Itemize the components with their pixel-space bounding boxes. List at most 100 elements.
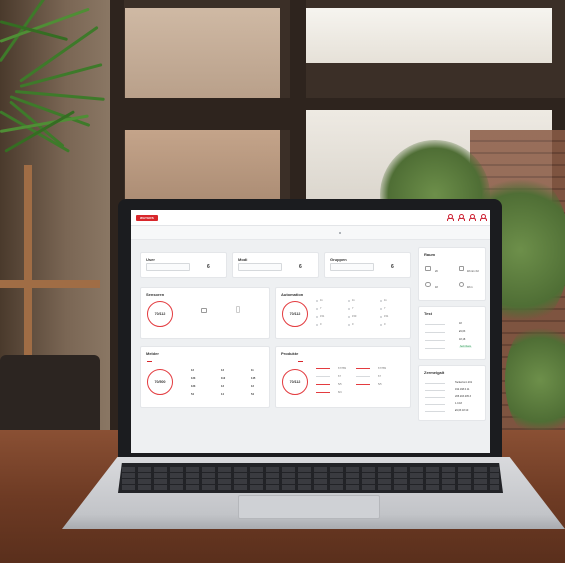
melder-stat: 13 (221, 369, 224, 372)
melder-tab-2[interactable] (163, 357, 168, 361)
brand-logo[interactable]: WAYERS (136, 215, 158, 221)
zertifikat-value: Tackertonn 201 (455, 381, 473, 384)
gruppen-mini-field (330, 263, 374, 271)
automation-stat: 7 (384, 307, 386, 310)
automation-stat: 11 (352, 299, 355, 302)
automation-stat: 150 (352, 315, 357, 318)
melder-stat: 145 (251, 377, 256, 380)
card-gruppen[interactable]: Gruppen 6 (324, 252, 411, 278)
produkte-tab-1[interactable] (282, 357, 287, 361)
gruppen-count: 6 (391, 264, 394, 270)
automation-stat: 7 (320, 307, 322, 310)
user-mini-field (146, 263, 190, 271)
window-pane (125, 130, 280, 210)
produkte-value: 5/5 (378, 383, 382, 386)
device-icon (425, 266, 431, 271)
settings-icon[interactable] (469, 214, 476, 221)
produkte-value: 67 (338, 375, 341, 378)
cloud-icon (425, 282, 431, 287)
device-icon (201, 308, 207, 313)
logout-icon[interactable] (480, 214, 487, 221)
gear-icon (459, 282, 464, 287)
zertifikat-value: £9,63 18:10 (455, 409, 469, 412)
card-automation[interactable]: Automation 70/112 11 11 11 7 7 7 151 150… (275, 287, 411, 339)
test-value: £9,63 (459, 330, 466, 333)
card-title: Zermeigalt (424, 370, 445, 375)
card-test[interactable]: Test 18 £9,63 18,18 Sehr Rank (418, 306, 486, 360)
keyboard-keys (122, 466, 499, 490)
zertifikat-value: 192.168.0.11 (455, 388, 470, 391)
window-pane (125, 8, 280, 98)
melder-stat: 123 (191, 377, 196, 380)
wood-shelf (0, 280, 100, 288)
melder-stat: 123 (191, 385, 196, 388)
card-title: Modi (238, 257, 248, 262)
raum-value-3: 18 (435, 286, 438, 289)
status-dot (339, 232, 341, 234)
melder-stat: 54 (251, 393, 254, 396)
sensoren-ring-value: 70/112 (154, 312, 166, 316)
produkte-value: 67 (378, 375, 381, 378)
produkte-value: 67/789 (338, 367, 346, 370)
laptop-screen: WAYERS User 6 Modi 6 Gruppen 6 Sensoren (131, 210, 490, 453)
melder-stat: 12 (191, 369, 194, 372)
card-raum[interactable]: Raum 20 18 mm 3:2 18 18 m (418, 247, 486, 301)
card-title: Automation (281, 292, 304, 297)
card-title: Test (424, 311, 432, 316)
window-pane (300, 8, 552, 63)
card-title: Produkte (281, 351, 299, 356)
melder-stat: 13 (221, 385, 224, 388)
shelf-post (24, 165, 32, 365)
automation-stat: 0 (384, 323, 386, 326)
photo-scene: WAYERS User 6 Modi 6 Gruppen 6 Sensoren (0, 0, 565, 563)
test-value: 18 (459, 322, 462, 325)
automation-stat: 11 (384, 299, 387, 302)
automation-stat: 7 (352, 307, 354, 310)
automation-stat: 0 (352, 323, 354, 326)
melder-stat: 14 (221, 393, 224, 396)
app-topbar: WAYERS (131, 210, 490, 226)
card-melder[interactable]: Melder 70/500 12 13 11 123 112 145 123 1… (140, 346, 270, 408)
modi-mini-field (238, 263, 282, 271)
modi-count: 6 (299, 264, 302, 270)
melder-stat: 54 (191, 393, 194, 396)
automation-stat: 151 (384, 315, 389, 318)
automation-stat: 151 (320, 315, 325, 318)
raum-value-1: 20 (435, 270, 438, 273)
card-title: Sensoren (146, 292, 165, 297)
test-value: 18,18 (459, 338, 466, 341)
melder-stat: 12 (251, 385, 254, 388)
produkte-ring-value: 70/112 (289, 380, 301, 384)
card-title: User (146, 257, 155, 262)
bell-icon[interactable] (458, 214, 465, 221)
user-count: 6 (207, 264, 210, 270)
melder-stat: 112 (221, 377, 226, 380)
produkte-value: 67/789 (378, 367, 386, 370)
card-title: Raum (424, 252, 436, 257)
card-title: Melder (146, 351, 159, 356)
zertifikat-value: 1.0.18 (455, 402, 462, 405)
produkte-tab-2[interactable] (298, 357, 303, 362)
sub-header (131, 226, 490, 240)
melder-stat: 11 (251, 369, 254, 372)
produkte-value: 8/4 (338, 391, 342, 394)
zertifikat-value: 205.203.205.3 (455, 395, 471, 398)
trackpad (238, 495, 380, 519)
automation-stat: 0 (320, 323, 322, 326)
status-badge: Sehr Rank (459, 346, 472, 348)
card-sensoren[interactable]: Sensoren 70/112 (140, 287, 270, 339)
user-icon[interactable] (447, 214, 454, 221)
produkte-value: 5/5 (338, 383, 342, 386)
card-produkte[interactable]: Produkte 70/112 67/789 67/789 67 67 5/5 … (275, 346, 411, 408)
raum-value-4: 18 m (467, 286, 473, 289)
sensor-icon (236, 306, 240, 313)
card-modi[interactable]: Modi 6 (232, 252, 319, 278)
sensor-icon (459, 266, 464, 271)
melder-tab-1[interactable] (147, 357, 152, 362)
card-user[interactable]: User 6 (140, 252, 227, 278)
card-title: Gruppen (330, 257, 347, 262)
card-zertifikat[interactable]: Zermeigalt Tackertonn 201 192.168.0.11 2… (418, 365, 486, 421)
automation-ring-value: 70/112 (289, 312, 301, 316)
melder-ring-value: 70/500 (154, 380, 166, 384)
raum-value-2: 18 mm 3:2 (467, 270, 479, 273)
